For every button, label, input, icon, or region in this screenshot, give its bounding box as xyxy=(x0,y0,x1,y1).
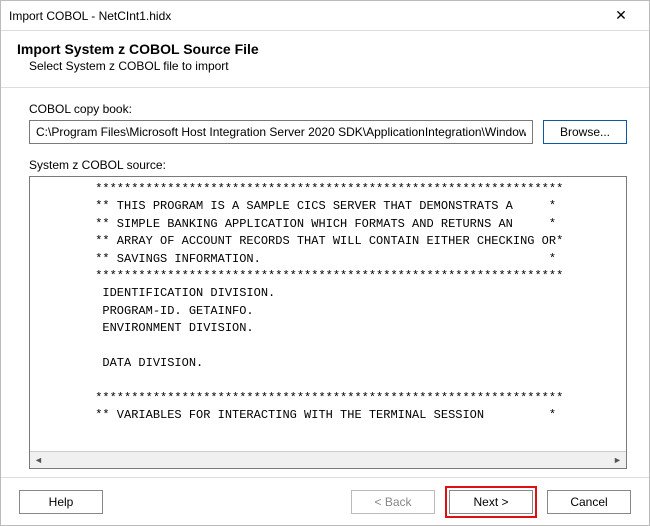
horizontal-scrollbar[interactable]: ◄ ► xyxy=(30,451,626,468)
content-area: COBOL copy book: Browse... System z COBO… xyxy=(1,88,649,477)
copybook-label: COBOL copy book: xyxy=(29,102,627,116)
back-button[interactable]: < Back xyxy=(351,490,435,514)
copybook-row: Browse... xyxy=(29,120,627,144)
scroll-left-icon[interactable]: ◄ xyxy=(30,452,47,469)
window-title: Import COBOL - NetCInt1.hidx xyxy=(9,9,601,23)
wizard-button-bar: Help < Back Next > Cancel xyxy=(1,477,649,525)
close-button[interactable]: ✕ xyxy=(601,2,641,30)
titlebar: Import COBOL - NetCInt1.hidx ✕ xyxy=(1,1,649,31)
import-cobol-dialog: Import COBOL - NetCInt1.hidx ✕ Import Sy… xyxy=(0,0,650,526)
cancel-button[interactable]: Cancel xyxy=(547,490,631,514)
source-textarea[interactable]: ****************************************… xyxy=(29,176,627,469)
source-content: ****************************************… xyxy=(30,177,626,451)
page-subtitle: Select System z COBOL file to import xyxy=(17,59,633,73)
source-label: System z COBOL source: xyxy=(29,158,627,172)
close-icon: ✕ xyxy=(615,7,627,24)
highlight-frame: Next > xyxy=(445,486,537,518)
next-button[interactable]: Next > xyxy=(449,490,533,514)
page-title: Import System z COBOL Source File xyxy=(17,41,633,57)
wizard-header: Import System z COBOL Source File Select… xyxy=(1,31,649,88)
scroll-right-icon[interactable]: ► xyxy=(609,452,626,469)
help-button[interactable]: Help xyxy=(19,490,103,514)
copybook-path-input[interactable] xyxy=(29,120,533,144)
browse-button[interactable]: Browse... xyxy=(543,120,627,144)
